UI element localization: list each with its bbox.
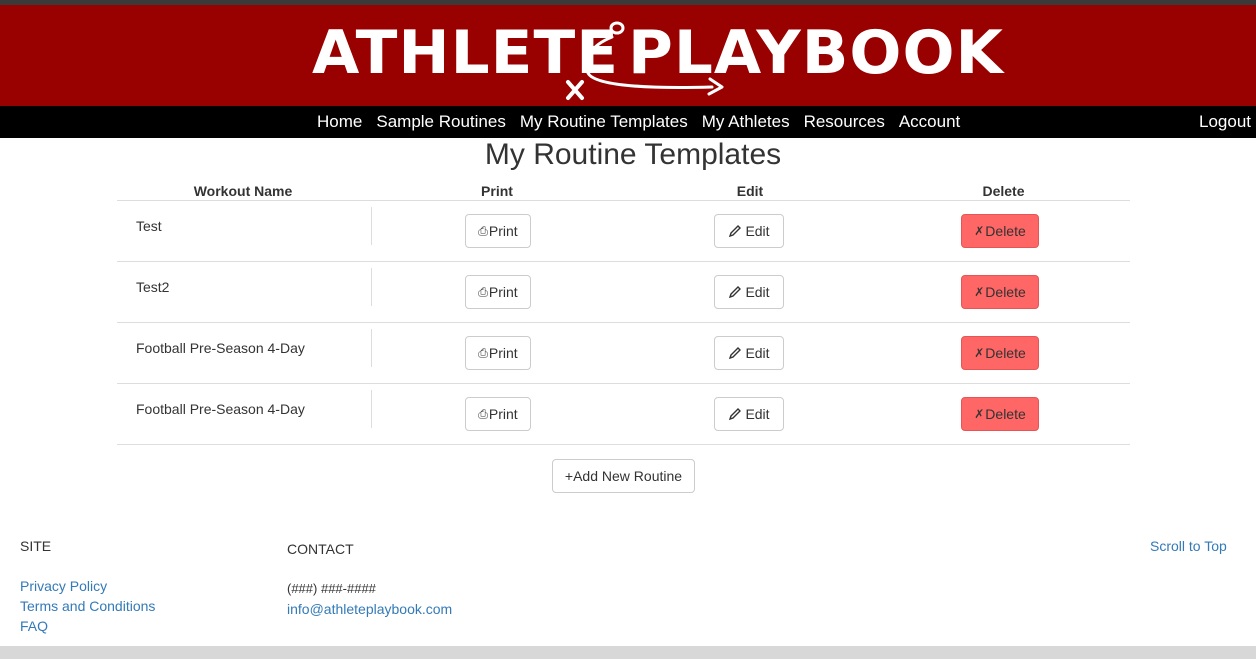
header-banner: ATHLETE PLAYBOOK — [0, 5, 1256, 106]
table-row: Test2 ⎙ Print Edit ✗ Delete — [117, 262, 1130, 323]
faq-link[interactable]: FAQ — [20, 618, 48, 634]
nav-item-resources[interactable]: Resources — [797, 106, 892, 138]
pencil-icon — [728, 285, 742, 299]
x-icon: ✗ — [974, 285, 985, 299]
print-button[interactable]: ⎙ Print — [465, 275, 531, 309]
footer-site-heading: SITE — [20, 538, 52, 554]
delete-label: Delete — [985, 345, 1026, 361]
play-diagram-icon — [566, 21, 724, 100]
print-label: Print — [488, 284, 518, 300]
nav-item-my-routine-templates[interactable]: My Routine Templates — [513, 106, 695, 138]
print-label: Print — [488, 345, 518, 361]
nav-item-sample-routines[interactable]: Sample Routines — [369, 106, 512, 138]
delete-button[interactable]: ✗ Delete — [961, 397, 1039, 431]
nav-item-home[interactable]: Home — [310, 106, 369, 138]
edit-label: Edit — [745, 345, 770, 361]
print-icon: ⎙ — [478, 284, 488, 299]
print-icon: ⎙ — [478, 406, 488, 421]
column-divider — [371, 390, 372, 428]
print-icon: ⎙ — [478, 223, 488, 238]
table-header: Workout Name Print Edit Delete — [117, 180, 1130, 201]
print-button[interactable]: ⎙ Print — [465, 336, 531, 370]
logout-link[interactable]: Logout — [1199, 106, 1251, 138]
delete-button[interactable]: ✗ Delete — [961, 336, 1039, 370]
delete-label: Delete — [985, 406, 1026, 422]
contact-phone: (###) ###-#### — [287, 581, 376, 596]
pencil-icon — [728, 346, 742, 360]
delete-button[interactable]: ✗ Delete — [961, 275, 1039, 309]
print-icon: ⎙ — [478, 345, 488, 360]
pencil-icon — [728, 407, 742, 421]
footer-contact-heading: CONTACT — [287, 541, 354, 557]
routines-table: Workout Name Print Edit Delete Test ⎙ Pr… — [117, 180, 1130, 445]
workout-name: Football Pre-Season 4-Day — [136, 340, 305, 356]
edit-label: Edit — [745, 284, 770, 300]
site-logo[interactable]: ATHLETE PLAYBOOK — [312, 13, 1003, 107]
contact-email-link[interactable]: info@athleteplaybook.com — [287, 601, 452, 617]
delete-label: Delete — [985, 223, 1026, 239]
scroll-to-top-link[interactable]: Scroll to Top — [1150, 538, 1227, 554]
edit-label: Edit — [745, 406, 770, 422]
delete-label: Delete — [985, 284, 1026, 300]
nav-menu: Home Sample Routines My Routine Template… — [310, 106, 967, 138]
print-label: Print — [488, 223, 518, 239]
pencil-icon — [728, 224, 742, 238]
edit-button[interactable]: Edit — [714, 275, 784, 309]
edit-label: Edit — [745, 223, 770, 239]
bottom-bar — [0, 646, 1256, 659]
edit-button[interactable]: Edit — [714, 214, 784, 248]
workout-name: Test2 — [136, 279, 170, 295]
column-divider — [371, 207, 372, 245]
header-print: Print — [481, 183, 513, 199]
main-navbar: Home Sample Routines My Routine Template… — [0, 106, 1256, 138]
print-button[interactable]: ⎙ Print — [465, 214, 531, 248]
column-divider — [371, 329, 372, 367]
workout-name: Football Pre-Season 4-Day — [136, 401, 305, 417]
page-title: My Routine Templates — [484, 138, 782, 171]
edit-button[interactable]: Edit — [714, 336, 784, 370]
terms-and-conditions-link[interactable]: Terms and Conditions — [20, 598, 155, 614]
x-icon: ✗ — [974, 224, 985, 238]
header-workout-name: Workout Name — [193, 183, 293, 199]
privacy-policy-link[interactable]: Privacy Policy — [20, 578, 107, 594]
delete-button[interactable]: ✗ Delete — [961, 214, 1039, 248]
header-delete: Delete — [982, 183, 1025, 199]
nav-item-my-athletes[interactable]: My Athletes — [695, 106, 797, 138]
column-divider — [371, 268, 372, 306]
table-row: Test ⎙ Print Edit ✗ Delete — [117, 201, 1130, 262]
table-row: Football Pre-Season 4-Day ⎙ Print Edit ✗… — [117, 323, 1130, 384]
workout-name: Test — [136, 218, 162, 234]
x-icon: ✗ — [974, 407, 985, 421]
header-edit: Edit — [736, 183, 764, 199]
add-new-routine-button[interactable]: +Add New Routine — [552, 459, 695, 493]
x-icon: ✗ — [974, 346, 985, 360]
print-button[interactable]: ⎙ Print — [465, 397, 531, 431]
table-row: Football Pre-Season 4-Day ⎙ Print Edit ✗… — [117, 384, 1130, 445]
nav-item-account[interactable]: Account — [892, 106, 967, 138]
print-label: Print — [488, 406, 518, 422]
edit-button[interactable]: Edit — [714, 397, 784, 431]
